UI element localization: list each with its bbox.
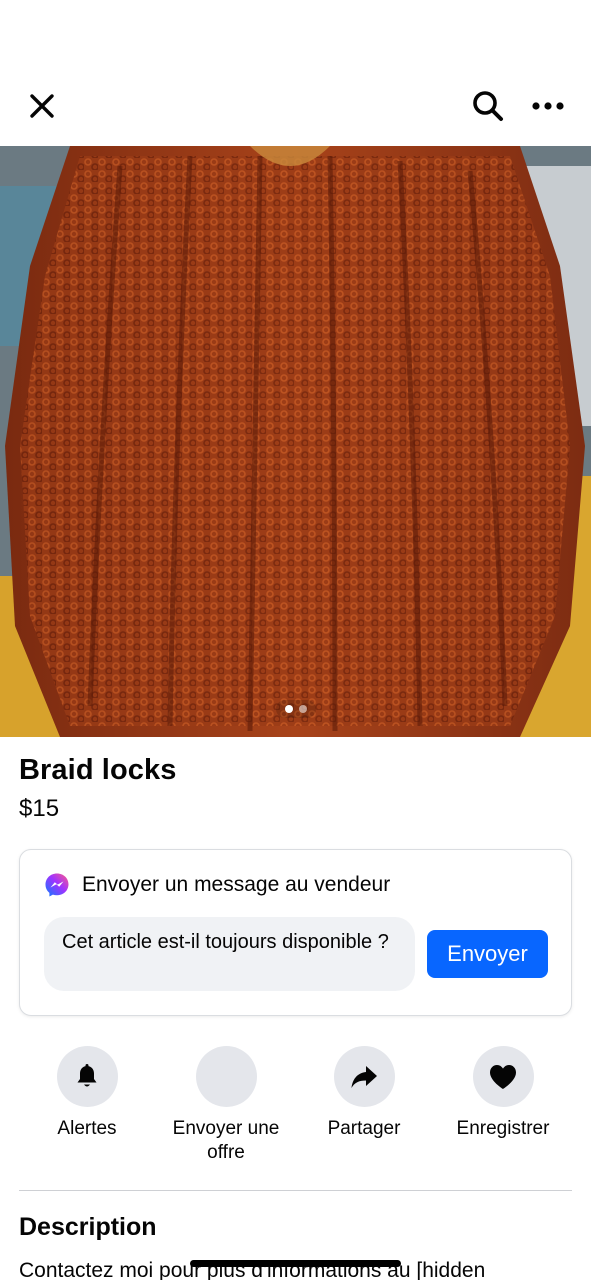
heart-icon <box>490 1064 516 1089</box>
hair-photo-illustration <box>0 146 591 737</box>
share-label: Partager <box>327 1118 401 1139</box>
listing-price: $15 <box>19 795 60 822</box>
alerts-label: Alertes <box>57 1118 117 1139</box>
message-card-heading: Envoyer un message au vendeur <box>82 873 391 896</box>
pagination-dot[interactable] <box>299 705 307 713</box>
save-label: Enregistrer <box>456 1118 550 1139</box>
section-divider <box>19 1190 572 1191</box>
description-heading: Description <box>19 1213 157 1241</box>
more-options-button[interactable] <box>526 86 570 126</box>
more-horizontal-icon <box>532 102 564 110</box>
close-icon <box>30 94 54 118</box>
marketplace-listing-page: Braid locks $15 Envoyer un message au ve… <box>0 0 591 1280</box>
close-button[interactable] <box>22 86 62 126</box>
save-button[interactable] <box>472 1046 534 1107</box>
listing-actions: Alertes Envoyer une offre Partager Enreg… <box>0 1046 591 1176</box>
top-bar <box>0 0 591 146</box>
message-seller-card: Envoyer un message au vendeur Cet articl… <box>19 849 572 1016</box>
make-offer-action[interactable]: Envoyer une offre <box>156 1046 296 1165</box>
bell-icon <box>77 1063 97 1086</box>
search-button[interactable] <box>466 86 510 126</box>
make-offer-label: Envoyer une offre <box>172 1118 280 1163</box>
messenger-icon <box>45 873 69 897</box>
share-arrow-icon <box>351 1065 377 1088</box>
share-button[interactable] <box>333 1046 395 1107</box>
home-indicator[interactable] <box>190 1260 401 1267</box>
send-button[interactable]: Envoyer <box>427 930 548 978</box>
photo-pagination[interactable] <box>276 700 316 718</box>
make-offer-button[interactable] <box>195 1046 257 1107</box>
listing-title: Braid locks <box>19 754 177 786</box>
search-icon <box>473 91 503 121</box>
message-input[interactable]: Cet article est-il toujours disponible ? <box>44 917 415 991</box>
alerts-action[interactable]: Alertes <box>17 1046 157 1141</box>
pagination-dot-active[interactable] <box>285 705 293 713</box>
alerts-button[interactable] <box>56 1046 118 1107</box>
save-action[interactable]: Enregistrer <box>433 1046 573 1141</box>
message-card-header: Envoyer un message au vendeur <box>44 872 390 898</box>
listing-photo[interactable] <box>0 146 591 737</box>
share-action[interactable]: Partager <box>294 1046 434 1141</box>
